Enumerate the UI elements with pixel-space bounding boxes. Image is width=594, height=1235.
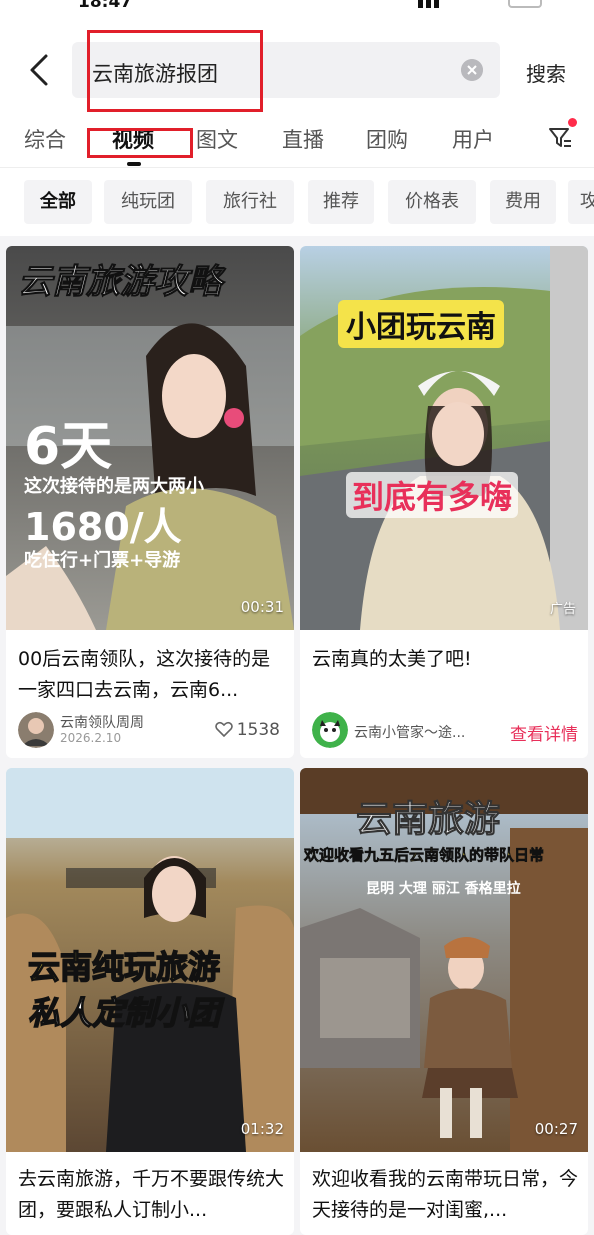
tab-image-text[interactable]: 图文 (196, 124, 238, 154)
tab-group-buy[interactable]: 团购 (366, 124, 408, 154)
overlay-title: 云南旅游攻略 (18, 262, 223, 303)
overlay-places: 昆明 大理 丽江 香格里拉 (366, 881, 521, 897)
chip-agency[interactable]: 旅行社 (206, 180, 294, 224)
tab-live[interactable]: 直播 (282, 124, 324, 154)
heart-icon[interactable] (214, 721, 233, 737)
highlight-box-search (87, 30, 263, 112)
like-count-value: 1538 (236, 720, 280, 740)
avatar[interactable] (18, 712, 54, 748)
tab-comprehensive[interactable]: 综合 (24, 124, 66, 154)
overlay-includes: 吃住行+门票+导游 (24, 550, 181, 571)
chip-all[interactable]: 全部 (24, 180, 92, 224)
video-title[interactable]: 云南真的太美了吧! (312, 644, 578, 675)
avatar[interactable] (312, 712, 348, 748)
author-row: 云南领队周周 2026.2.10 1538 (16, 712, 284, 754)
video-card[interactable]: 云南纯玩旅游 私人定制小团 01:32 去云南旅游，千万不要跟传统大团，要跟私人… (6, 768, 294, 1235)
signal-icon (418, 0, 439, 8)
video-duration: 00:31 (240, 598, 284, 616)
highlight-box-video-tab (87, 128, 193, 158)
clear-icon[interactable] (461, 59, 483, 81)
notification-dot (568, 118, 577, 127)
author-name[interactable]: 云南领队周周 (60, 712, 144, 732)
video-card[interactable]: 小团玩云南 到底有多嗨 广告 云南真的太美了吧! 云南小管家～途... 查看详情 (300, 246, 588, 758)
overlay-subtitle: 到底有多嗨 (346, 472, 519, 518)
back-arrow-icon[interactable] (24, 52, 58, 88)
status-bar: 18:47 (0, 0, 594, 14)
post-date: 2026.2.10 (60, 731, 122, 745)
author-name[interactable]: 云南小管家～途... (354, 722, 465, 742)
overlay-subtitle: 欢迎收看九五后云南领队的带队日常 (304, 846, 545, 865)
chip-price-list[interactable]: 价格表 (388, 180, 476, 224)
filter-chips: 全部 纯玩团 旅行社 推荐 价格表 费用 攻 (0, 180, 594, 226)
status-time: 18:47 (78, 0, 133, 12)
chip-guide[interactable]: 攻 (568, 180, 594, 224)
tab-indicator (127, 162, 141, 166)
overlay-title: 小团玩云南 (338, 300, 504, 348)
video-card[interactable]: 云南旅游 欢迎收看九五后云南领队的带队日常 昆明 大理 丽江 香格里拉 00:2… (300, 768, 588, 1235)
ad-label: 广告 (549, 602, 576, 617)
tab-users[interactable]: 用户 (452, 124, 494, 154)
chip-recommend[interactable]: 推荐 (308, 180, 374, 224)
filter-icon[interactable] (548, 126, 572, 150)
overlay-price: 1680/人 (24, 505, 182, 549)
chip-pure-tour[interactable]: 纯玩团 (104, 180, 192, 224)
video-duration: 01:32 (240, 1120, 284, 1138)
overlay-title: 云南旅游 (355, 799, 501, 841)
like-count[interactable]: 1538 (214, 720, 280, 740)
view-details-link[interactable]: 查看详情 (510, 720, 578, 745)
video-title[interactable]: 去云南旅游，千万不要跟传统大团，要跟私人订制小... (18, 1164, 284, 1226)
overlay-title: 云南纯玩旅游 (27, 947, 221, 987)
video-title[interactable]: 00后云南领队，这次接待的是一家四口去云南，云南6... (18, 644, 284, 706)
video-duration: 00:27 (534, 1120, 578, 1138)
overlay-subtitle: 这次接待的是两大两小 (24, 476, 204, 497)
author-row: 云南小管家～途... 查看详情 (310, 712, 578, 754)
search-button[interactable]: 搜索 (526, 58, 566, 87)
chip-cost[interactable]: 费用 (490, 180, 556, 224)
overlay-subtitle: 私人定制小团 (27, 993, 221, 1033)
battery-icon (508, 0, 542, 8)
overlay-days: 6天 (24, 417, 113, 477)
video-title[interactable]: 欢迎收看我的云南带玩日常，今天接待的是一对闺蜜,... (312, 1164, 578, 1226)
video-card[interactable]: 云南旅游攻略 6天 这次接待的是两大两小 1680/人 吃住行+门票+导游 00… (6, 246, 294, 758)
